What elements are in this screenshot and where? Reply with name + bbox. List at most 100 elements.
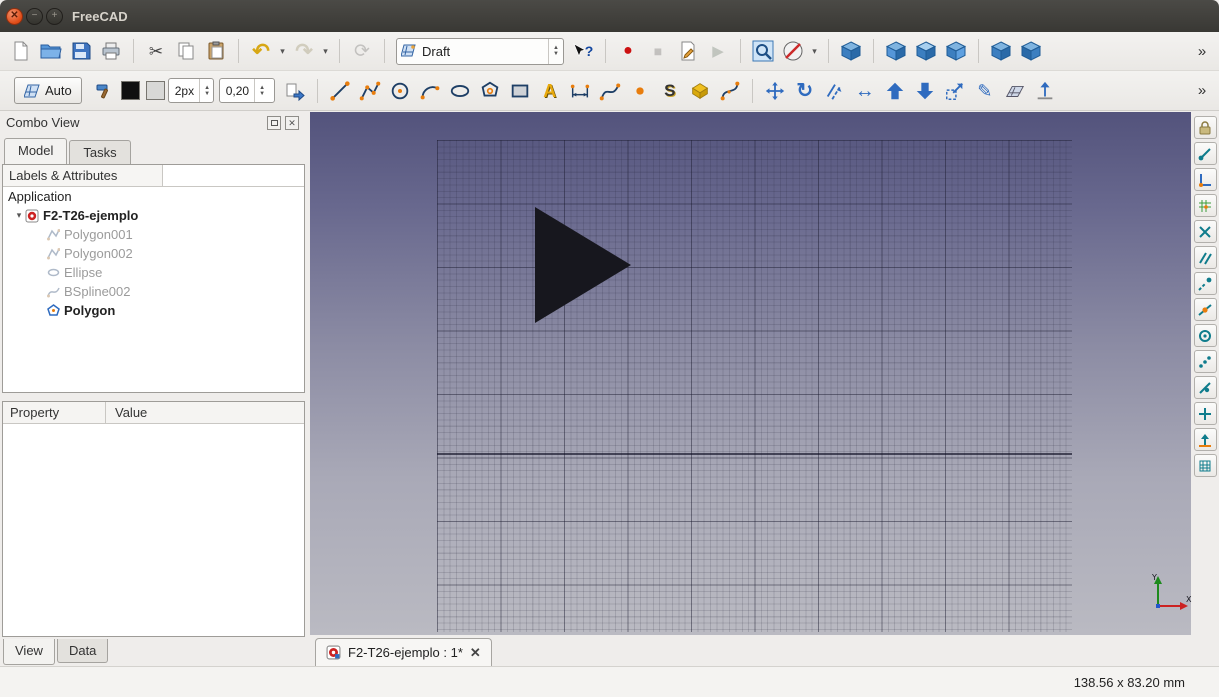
new-document-button[interactable] [6, 36, 36, 66]
view-bottom-button[interactable] [1016, 36, 1046, 66]
3d-viewport[interactable]: Y X [310, 112, 1191, 635]
snap-parallel-button[interactable] [1194, 246, 1217, 269]
arrow-up-from-line-button[interactable] [1030, 76, 1060, 106]
document-tab[interactable]: F2-T26-ejemplo : 1* ✕ [315, 638, 492, 666]
print-button[interactable] [96, 36, 126, 66]
macro-record-button[interactable]: ● [613, 36, 643, 66]
tree-item-polygon002[interactable]: Polygon002 [3, 244, 304, 263]
macro-edit-button[interactable] [673, 36, 703, 66]
tree-item-ellipse[interactable]: Ellipse [3, 263, 304, 282]
draft-point-button[interactable] [625, 76, 655, 106]
draft-downgrade-button[interactable] [910, 76, 940, 106]
toolbar-overflow-button[interactable]: » [1187, 36, 1217, 66]
global-scale-spinbox[interactable]: 0,20 ▲▼ [219, 78, 275, 103]
expander-icon[interactable]: ▾ [13, 211, 25, 220]
redo-button[interactable]: ↷ [289, 36, 319, 66]
tab-data[interactable]: Data [57, 639, 108, 663]
draft-wire-button[interactable] [355, 76, 385, 106]
window-maximize-button[interactable]: + [46, 8, 63, 25]
snap-intersection-button[interactable] [1194, 220, 1217, 243]
box-zoom-button[interactable] [748, 36, 778, 66]
snap-working-plane-button[interactable] [1194, 428, 1217, 451]
view-axonometric-button[interactable] [836, 36, 866, 66]
face-color-swatch[interactable] [146, 81, 165, 100]
snap-extension-button[interactable] [1194, 272, 1217, 295]
draft-rotate-button[interactable]: ↻ [790, 76, 820, 106]
axis-indicator: Y X [1148, 570, 1194, 616]
tab-view[interactable]: View [3, 639, 55, 665]
apply-style-button[interactable] [280, 76, 310, 106]
value-column-header[interactable]: Value [106, 402, 156, 423]
redo-dropdown-button[interactable]: ▾ [319, 36, 332, 66]
draft-edit-button[interactable]: ✎ [970, 76, 1000, 106]
refresh-button[interactable]: ⟳ [347, 36, 377, 66]
property-column-header[interactable]: Property [3, 402, 106, 423]
draft-rectangle-button[interactable] [505, 76, 535, 106]
draft-circle-button[interactable] [385, 76, 415, 106]
draw-style-button[interactable] [778, 36, 808, 66]
draft-move-button[interactable] [760, 76, 790, 106]
workbench-selector[interactable]: Draft ▲ ▼ [396, 38, 564, 65]
paste-button[interactable] [201, 36, 231, 66]
snap-perpendicular-button[interactable] [1194, 168, 1217, 191]
draft-text-button[interactable]: A [535, 76, 565, 106]
draft-bspline-button[interactable] [595, 76, 625, 106]
tree-root-application[interactable]: Application [3, 187, 304, 206]
draft-offset-button[interactable] [820, 76, 850, 106]
tree-document-row[interactable]: ▾ F2-T26-ejemplo [3, 206, 304, 225]
draft-shape2dview-button[interactable] [1000, 76, 1030, 106]
macro-execute-button[interactable]: ▶ [703, 36, 733, 66]
working-plane-auto-button[interactable]: Auto [14, 77, 82, 104]
toggle-grid-button[interactable] [1194, 454, 1217, 477]
undo-button[interactable]: ↶ [246, 36, 276, 66]
view-front-button[interactable] [881, 36, 911, 66]
macro-stop-button[interactable]: ■ [643, 36, 673, 66]
tree-item-polygon001[interactable]: Polygon001 [3, 225, 304, 244]
tab-tasks[interactable]: Tasks [69, 140, 130, 164]
draft-upgrade-button[interactable] [880, 76, 910, 106]
window-close-button[interactable]: ✕ [6, 8, 23, 25]
window-minimize-button[interactable]: − [26, 8, 43, 25]
panel-close-button[interactable]: ✕ [285, 116, 299, 130]
freecad-document-icon [326, 645, 341, 660]
save-document-button[interactable] [66, 36, 96, 66]
line-color-swatch[interactable] [121, 81, 140, 100]
undo-dropdown-button[interactable]: ▾ [276, 36, 289, 66]
snap-near-button[interactable] [1194, 376, 1217, 399]
snap-midpoint-button[interactable] [1194, 298, 1217, 321]
draft-polygon-button[interactable] [475, 76, 505, 106]
line-width-spinbox[interactable]: 2px ▲▼ [168, 78, 214, 103]
panel-float-button[interactable] [267, 116, 281, 130]
whats-this-button[interactable]: ? [568, 36, 598, 66]
tab-close-icon[interactable]: ✕ [470, 646, 481, 659]
polygon-object[interactable] [535, 207, 631, 323]
draft-arc-button[interactable] [415, 76, 445, 106]
draft-bezier-button[interactable] [715, 76, 745, 106]
copy-button[interactable] [171, 36, 201, 66]
cut-button[interactable]: ✂ [141, 36, 171, 66]
polyline-tool-icon [359, 80, 381, 102]
draft-line-button[interactable] [325, 76, 355, 106]
draft-dimension-button[interactable] [565, 76, 595, 106]
snap-lock-button[interactable] [1194, 116, 1217, 139]
view-top-button[interactable] [911, 36, 941, 66]
snap-endpoint-button[interactable] [1194, 142, 1217, 165]
toolbar-overflow-button[interactable]: » [1187, 76, 1217, 106]
tree-item-polygon[interactable]: Polygon [3, 301, 304, 320]
view-right-button[interactable] [941, 36, 971, 66]
toggle-construction-mode-button[interactable] [88, 76, 118, 106]
draw-style-dropdown-button[interactable]: ▾ [808, 36, 821, 66]
draft-ellipse-button[interactable] [445, 76, 475, 106]
tab-model[interactable]: Model [4, 138, 67, 164]
snap-center-button[interactable] [1194, 324, 1217, 347]
draft-shapestring-button[interactable]: S [655, 76, 685, 106]
draft-facebinder-button[interactable] [685, 76, 715, 106]
tree-item-bspline002[interactable]: BSpline002 [3, 282, 304, 301]
snap-grid-button[interactable] [1194, 194, 1217, 217]
snap-special-button[interactable] [1194, 402, 1217, 425]
draft-scale-button[interactable] [940, 76, 970, 106]
view-rear-button[interactable] [986, 36, 1016, 66]
draft-trimex-button[interactable]: ↔ [850, 76, 880, 106]
snap-ortho-button[interactable] [1194, 350, 1217, 373]
open-document-button[interactable] [36, 36, 66, 66]
